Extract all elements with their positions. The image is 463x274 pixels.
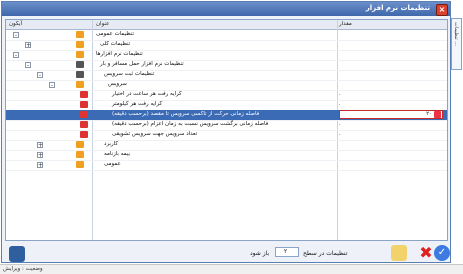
expand-icon[interactable]: + — [37, 152, 43, 159]
collapse-icon[interactable]: - — [49, 82, 55, 89]
column-header-icon[interactable]: آیکون — [9, 21, 22, 27]
column-header-value[interactable]: مقدار — [339, 21, 352, 27]
row-icon — [80, 111, 88, 118]
row-label: تنظیمات نرم افزار حمل مسافر و بار — [100, 61, 184, 67]
row-value[interactable]: . — [339, 91, 341, 97]
row-icon — [80, 101, 88, 108]
settings-window: تنظیمات نرم افزار × آیکون عنوان مقدار - ت… — [1, 1, 451, 263]
row-label: تنظیمات کلی — [100, 41, 131, 47]
row-icon — [76, 51, 84, 58]
side-tab-label: تنظیمات ... — [453, 22, 459, 46]
folder-icon[interactable] — [391, 245, 407, 261]
value-input[interactable]: ۲۰ — [426, 111, 432, 117]
collapse-icon[interactable]: - — [13, 32, 19, 39]
row-value[interactable]: . — [339, 101, 341, 107]
expand-icon[interactable]: + — [37, 162, 43, 169]
row-label: کرایه رفت هر ساعت در اختیار — [112, 91, 182, 97]
tree-row[interactable]: + عمومی — [6, 160, 447, 171]
row-label: کاربرد — [104, 141, 118, 147]
confirm-icon[interactable]: ✓ — [434, 245, 450, 261]
close-icon[interactable]: × — [436, 4, 448, 16]
status-text: وضعیت : ویرایش — [3, 266, 43, 272]
bottom-toolbar: باز شود ۲ تنظیمات در سطح ✖ ✓ — [5, 244, 450, 264]
row-icon — [80, 131, 88, 138]
grid-header: آیکون عنوان مقدار — [6, 20, 447, 30]
row-icon — [80, 121, 88, 128]
row-label: بیمه بازنامه — [104, 151, 131, 157]
column-header-title[interactable]: عنوان — [96, 21, 109, 27]
level-stepper[interactable]: ۲ — [275, 247, 299, 257]
collapse-icon[interactable]: - — [37, 72, 43, 79]
row-value[interactable]: . — [339, 121, 341, 127]
expand-icon[interactable]: + — [37, 142, 43, 149]
title-bar: تنظیمات نرم افزار × — [2, 2, 450, 16]
row-icon — [76, 81, 84, 88]
row-label: تعداد سرویس جهت سرویس تشویقی — [112, 131, 198, 137]
row-label: عمومی — [104, 161, 121, 167]
side-tab[interactable]: تنظیمات ... — [451, 18, 462, 70]
open-label: باز شود — [250, 250, 270, 257]
row-icon — [80, 91, 88, 98]
row-icon — [76, 61, 84, 68]
collapse-icon[interactable]: - — [13, 52, 19, 59]
book-icon[interactable] — [9, 246, 25, 262]
row-icon — [76, 71, 84, 78]
row-label: تنظیمات ثبت سرویس — [104, 71, 155, 77]
row-icon — [76, 151, 84, 158]
row-icon — [76, 161, 84, 168]
spin-icon[interactable] — [434, 111, 441, 118]
expand-icon[interactable]: + — [25, 42, 31, 49]
row-icon — [76, 141, 84, 148]
settings-tree-grid: آیکون عنوان مقدار - تنظیمات عمومی + تنظیمات… — [5, 19, 448, 241]
row-label: تنظیمات نرم افزارها — [96, 51, 143, 57]
level-label: تنظیمات در سطح — [303, 250, 348, 257]
row-icon — [76, 41, 84, 48]
row-label: کرایه رفت هر کیلومتر — [112, 101, 163, 107]
row-label: تنظیمات عمومی — [96, 31, 134, 37]
window-title: تنظیمات نرم افزار — [365, 4, 430, 12]
level-value: ۲ — [284, 248, 288, 255]
collapse-icon[interactable]: - — [25, 62, 31, 69]
value-editor[interactable]: ۲۰ — [339, 110, 443, 119]
row-value[interactable]: . — [339, 131, 341, 137]
row-icon — [76, 31, 84, 38]
cancel-icon[interactable]: ✖ — [418, 245, 434, 261]
row-label: فاصله زمانی برگشت سرویس نسبت به زمان اعز… — [112, 121, 269, 127]
row-label: فاصله زمانی حرکت از تاکسی سرویس تا مقصد … — [112, 111, 260, 117]
row-label: سرویس — [108, 81, 127, 87]
